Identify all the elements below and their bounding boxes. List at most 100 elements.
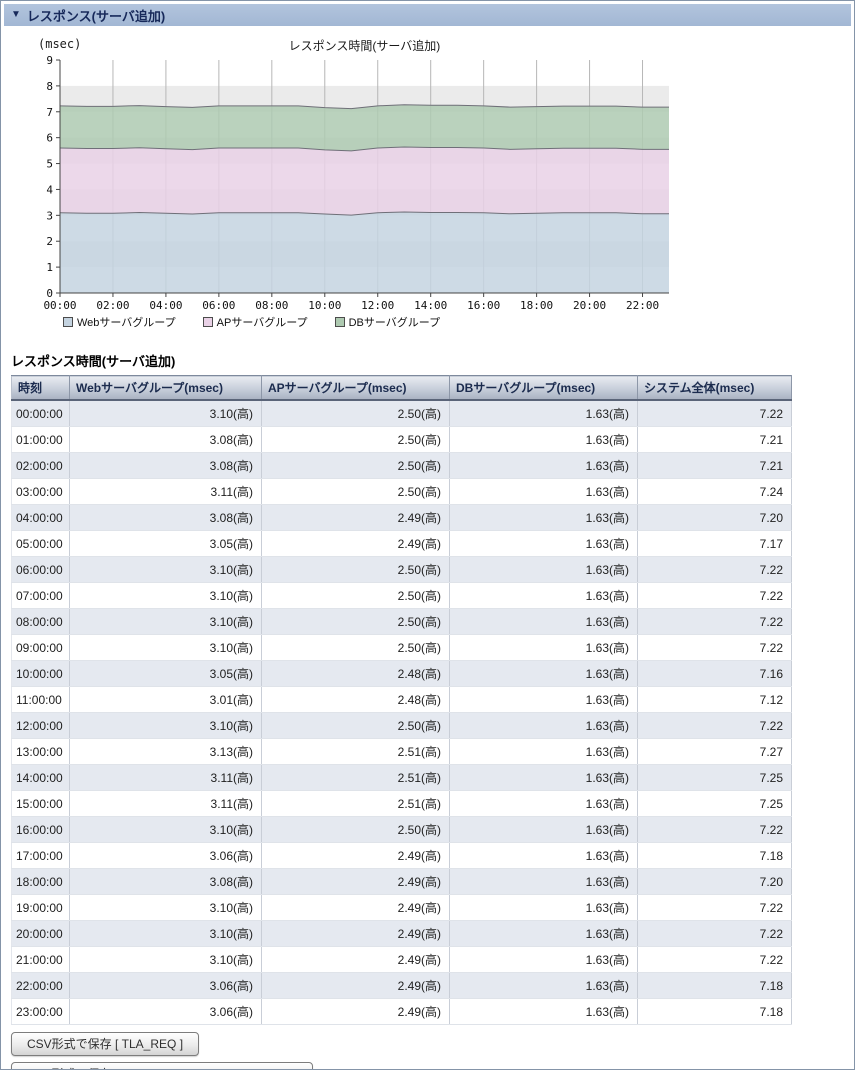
cell-time: 10:00:00 xyxy=(12,661,70,687)
svg-text:6: 6 xyxy=(46,132,53,145)
cell-web: 3.01(高) xyxy=(70,687,262,713)
svg-text:4: 4 xyxy=(46,183,53,196)
legend-swatch xyxy=(335,317,345,327)
cell-db: 1.63(高) xyxy=(450,453,638,479)
cell-total: 7.22 xyxy=(638,557,792,583)
cell-time: 19:00:00 xyxy=(12,895,70,921)
csv-save-button-osresource-processor[interactable]: CSV形式で保存 [ OSRESOURCE_PROCESSOR ] xyxy=(11,1062,313,1070)
response-table-body: 00:00:003.10(高)2.50(高)1.63(高)7.2201:00:0… xyxy=(12,400,792,1025)
svg-text:3: 3 xyxy=(46,209,53,222)
cell-ap: 2.49(高) xyxy=(262,895,450,921)
cell-db: 1.63(高) xyxy=(450,869,638,895)
cell-web: 3.05(高) xyxy=(70,531,262,557)
table-row: 20:00:003.10(高)2.49(高)1.63(高)7.22 xyxy=(12,921,792,947)
cell-db: 1.63(高) xyxy=(450,817,638,843)
section-header[interactable]: ▼ レスポンス(サーバ追加) xyxy=(4,4,851,26)
cell-total: 7.22 xyxy=(638,400,792,427)
cell-db: 1.63(高) xyxy=(450,531,638,557)
table-row: 02:00:003.08(高)2.50(高)1.63(高)7.21 xyxy=(12,453,792,479)
cell-web: 3.06(高) xyxy=(70,973,262,999)
cell-web: 3.08(高) xyxy=(70,505,262,531)
cell-db: 1.63(高) xyxy=(450,635,638,661)
table-row: 23:00:003.06(高)2.49(高)1.63(高)7.18 xyxy=(12,999,792,1025)
table-row: 21:00:003.10(高)2.49(高)1.63(高)7.22 xyxy=(12,947,792,973)
cell-db: 1.63(高) xyxy=(450,427,638,453)
cell-total: 7.22 xyxy=(638,713,792,739)
cell-time: 11:00:00 xyxy=(12,687,70,713)
cell-ap: 2.49(高) xyxy=(262,869,450,895)
cell-web: 3.11(高) xyxy=(70,791,262,817)
svg-text:06:00: 06:00 xyxy=(202,299,235,312)
cell-db: 1.63(高) xyxy=(450,713,638,739)
column-header: APサーバグループ(msec) xyxy=(262,376,450,401)
table-title: レスポンス時間(サーバ追加) xyxy=(11,351,854,370)
table-row: 09:00:003.10(高)2.50(高)1.63(高)7.22 xyxy=(12,635,792,661)
cell-total: 7.16 xyxy=(638,661,792,687)
legend-item: DBサーバグループ xyxy=(335,314,441,330)
cell-web: 3.08(高) xyxy=(70,869,262,895)
cell-db: 1.63(高) xyxy=(450,765,638,791)
chart-meta: (msec) レスポンス時間(サーバ追加) xyxy=(1,37,854,53)
legend-item: APサーバグループ xyxy=(203,314,308,330)
cell-db: 1.63(高) xyxy=(450,843,638,869)
cell-time: 05:00:00 xyxy=(12,531,70,557)
cell-db: 1.63(高) xyxy=(450,999,638,1025)
cell-total: 7.22 xyxy=(638,947,792,973)
table-row: 16:00:003.10(高)2.50(高)1.63(高)7.22 xyxy=(12,817,792,843)
cell-total: 7.22 xyxy=(638,817,792,843)
cell-db: 1.63(高) xyxy=(450,973,638,999)
svg-text:00:00: 00:00 xyxy=(43,299,76,312)
legend-swatch xyxy=(203,317,213,327)
cell-ap: 2.50(高) xyxy=(262,557,450,583)
table-row: 01:00:003.08(高)2.50(高)1.63(高)7.21 xyxy=(12,427,792,453)
cell-web: 3.10(高) xyxy=(70,400,262,427)
cell-ap: 2.48(高) xyxy=(262,661,450,687)
cell-time: 23:00:00 xyxy=(12,999,70,1025)
column-header: Webサーバグループ(msec) xyxy=(70,376,262,401)
table-row: 06:00:003.10(高)2.50(高)1.63(高)7.22 xyxy=(12,557,792,583)
cell-ap: 2.49(高) xyxy=(262,947,450,973)
svg-text:20:00: 20:00 xyxy=(573,299,606,312)
table-row: 12:00:003.10(高)2.50(高)1.63(高)7.22 xyxy=(12,713,792,739)
csv-save-button-tla-req[interactable]: CSV形式で保存 [ TLA_REQ ] xyxy=(11,1032,199,1056)
cell-time: 22:00:00 xyxy=(12,973,70,999)
cell-total: 7.20 xyxy=(638,869,792,895)
cell-web: 3.10(高) xyxy=(70,947,262,973)
table-row: 05:00:003.05(高)2.49(高)1.63(高)7.17 xyxy=(12,531,792,557)
page-container: ▼ レスポンス(サーバ追加) (msec) レスポンス時間(サーバ追加) 012… xyxy=(0,0,855,1070)
cell-total: 7.17 xyxy=(638,531,792,557)
svg-text:02:00: 02:00 xyxy=(96,299,129,312)
cell-time: 01:00:00 xyxy=(12,427,70,453)
cell-total: 7.18 xyxy=(638,843,792,869)
cell-total: 7.22 xyxy=(638,635,792,661)
cell-web: 3.10(高) xyxy=(70,921,262,947)
svg-text:16:00: 16:00 xyxy=(467,299,500,312)
cell-total: 7.24 xyxy=(638,479,792,505)
column-header: DBサーバグループ(msec) xyxy=(450,376,638,401)
svg-text:04:00: 04:00 xyxy=(149,299,182,312)
cell-time: 18:00:00 xyxy=(12,869,70,895)
cell-total: 7.22 xyxy=(638,583,792,609)
cell-ap: 2.49(高) xyxy=(262,973,450,999)
cell-total: 7.21 xyxy=(638,427,792,453)
table-row: 04:00:003.08(高)2.49(高)1.63(高)7.20 xyxy=(12,505,792,531)
cell-total: 7.12 xyxy=(638,687,792,713)
cell-ap: 2.50(高) xyxy=(262,427,450,453)
cell-ap: 2.48(高) xyxy=(262,687,450,713)
cell-db: 1.63(高) xyxy=(450,739,638,765)
cell-web: 3.10(高) xyxy=(70,583,262,609)
cell-db: 1.63(高) xyxy=(450,479,638,505)
cell-time: 15:00:00 xyxy=(12,791,70,817)
cell-db: 1.63(高) xyxy=(450,687,638,713)
cell-time: 06:00:00 xyxy=(12,557,70,583)
table-row: 08:00:003.10(高)2.50(高)1.63(高)7.22 xyxy=(12,609,792,635)
cell-web: 3.08(高) xyxy=(70,427,262,453)
cell-total: 7.21 xyxy=(638,453,792,479)
cell-db: 1.63(高) xyxy=(450,791,638,817)
table-row: 03:00:003.11(高)2.50(高)1.63(高)7.24 xyxy=(12,479,792,505)
cell-ap: 2.49(高) xyxy=(262,843,450,869)
table-row: 14:00:003.11(高)2.51(高)1.63(高)7.25 xyxy=(12,765,792,791)
cell-db: 1.63(高) xyxy=(450,400,638,427)
cell-total: 7.18 xyxy=(638,999,792,1025)
svg-text:08:00: 08:00 xyxy=(255,299,288,312)
